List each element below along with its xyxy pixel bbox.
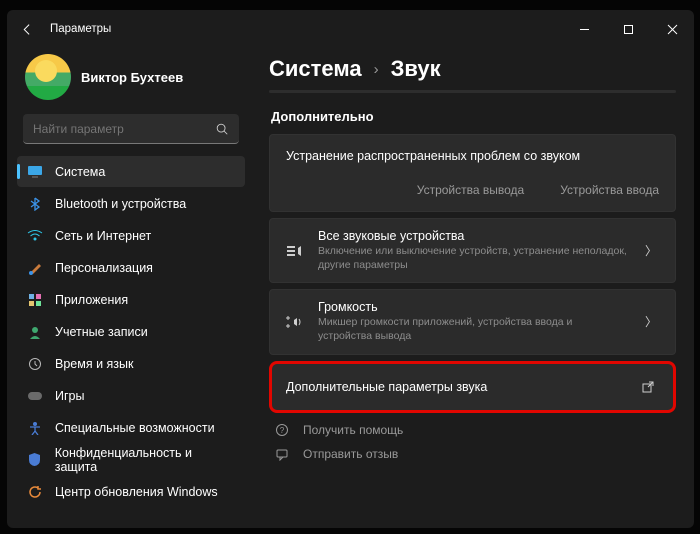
mixer-icon (284, 314, 304, 330)
troubleshoot-input-button[interactable]: Устройства ввода (560, 183, 659, 197)
footer-links: ? Получить помощь Отправить отзыв (269, 421, 676, 463)
gamepad-icon (27, 388, 43, 404)
sidebar-item-bluetooth[interactable]: Bluetooth и устройства (17, 188, 245, 219)
apps-icon (27, 292, 43, 308)
shield-icon (27, 452, 43, 468)
card-troubleshoot: Устранение распространенных проблем со з… (269, 134, 676, 212)
sidebar-item-label: Время и язык (55, 357, 134, 371)
breadcrumb: Система › Звук (269, 56, 676, 82)
wifi-icon (27, 228, 43, 244)
window-title: Параметры (50, 23, 111, 35)
user-name: Виктор Бухтеев (81, 70, 183, 85)
feedback-label: Отправить отзыв (303, 447, 398, 461)
breadcrumb-parent[interactable]: Система (269, 56, 362, 82)
section-title-additional: Дополнительно (271, 109, 676, 124)
maximize-button[interactable] (606, 10, 650, 48)
brush-icon (27, 260, 43, 276)
sidebar-item-label: Приложения (55, 293, 128, 307)
settings-window: Параметры Виктор Бухтеев Система (7, 10, 694, 528)
link-feedback[interactable]: Отправить отзыв (269, 445, 676, 463)
sidebar-item-privacy[interactable]: Конфиденциальность и защита (17, 444, 245, 475)
monitor-icon (27, 164, 43, 180)
sidebar-item-update[interactable]: Центр обновления Windows (17, 476, 245, 507)
sidebar-item-label: Центр обновления Windows (55, 485, 218, 499)
chevron-right-icon: 〉 (641, 313, 661, 330)
all-devices-title: Все звуковые устройства (318, 229, 627, 243)
progress-divider (269, 90, 676, 93)
sidebar-item-accessibility[interactable]: Специальные возможности (17, 412, 245, 443)
minimize-button[interactable] (562, 10, 606, 48)
user-profile[interactable]: Виктор Бухтеев (17, 48, 245, 112)
speaker-list-icon (284, 242, 304, 260)
sidebar-item-label: Сеть и Интернет (55, 229, 151, 243)
svg-text:?: ? (280, 426, 285, 435)
titlebar: Параметры (7, 10, 694, 48)
bluetooth-icon (27, 196, 43, 212)
main-content: Система › Звук Дополнительно Устранение … (255, 48, 694, 528)
volume-title: Громкость (318, 300, 627, 314)
sidebar-item-label: Bluetooth и устройства (55, 197, 186, 211)
breadcrumb-current: Звук (391, 56, 441, 82)
sidebar-item-apps[interactable]: Приложения (17, 284, 245, 315)
troubleshoot-title: Устранение распространенных проблем со з… (286, 149, 659, 163)
clock-icon (27, 356, 43, 372)
card-volume[interactable]: Громкость Микшер громкости приложений, у… (269, 289, 676, 354)
nav-list: Система Bluetooth и устройства Сеть и Ин… (17, 156, 245, 507)
sidebar-item-system[interactable]: Система (17, 156, 245, 187)
sidebar-item-personalization[interactable]: Персонализация (17, 252, 245, 283)
sidebar-item-time-language[interactable]: Время и язык (17, 348, 245, 379)
volume-sub: Микшер громкости приложений, устройства … (318, 316, 627, 343)
sidebar-item-label: Система (55, 165, 105, 179)
sidebar-item-label: Персонализация (55, 261, 153, 275)
sidebar-item-label: Учетные записи (55, 325, 148, 339)
feedback-icon (273, 447, 291, 461)
accessibility-icon (27, 420, 43, 436)
help-label: Получить помощь (303, 423, 403, 437)
chevron-right-icon: 〉 (641, 242, 661, 259)
avatar (25, 54, 71, 100)
all-devices-sub: Включение или выключение устройств, устр… (318, 245, 627, 272)
link-get-help[interactable]: ? Получить помощь (269, 421, 676, 439)
more-sound-title: Дополнительные параметры звука (286, 380, 623, 394)
search-input[interactable] (23, 114, 239, 144)
sidebar: Виктор Бухтеев Система Bluetooth и устро… (7, 48, 255, 528)
sidebar-item-accounts[interactable]: Учетные записи (17, 316, 245, 347)
search-icon (215, 122, 229, 136)
back-button[interactable] (21, 23, 34, 36)
search-field[interactable] (33, 122, 215, 136)
sidebar-item-label: Конфиденциальность и защита (55, 446, 235, 474)
troubleshoot-output-button[interactable]: Устройства вывода (417, 183, 524, 197)
chevron-right-icon: › (374, 61, 379, 78)
close-button[interactable] (650, 10, 694, 48)
sidebar-item-label: Специальные возможности (55, 421, 215, 435)
sidebar-item-network[interactable]: Сеть и Интернет (17, 220, 245, 251)
sidebar-item-gaming[interactable]: Игры (17, 380, 245, 411)
person-icon (27, 324, 43, 340)
card-all-devices[interactable]: Все звуковые устройства Включение или вы… (269, 218, 676, 283)
external-link-icon (637, 380, 659, 394)
update-icon (27, 484, 43, 500)
card-more-sound-settings[interactable]: Дополнительные параметры звука (269, 361, 676, 413)
help-icon: ? (273, 423, 291, 437)
sidebar-item-label: Игры (55, 389, 84, 403)
